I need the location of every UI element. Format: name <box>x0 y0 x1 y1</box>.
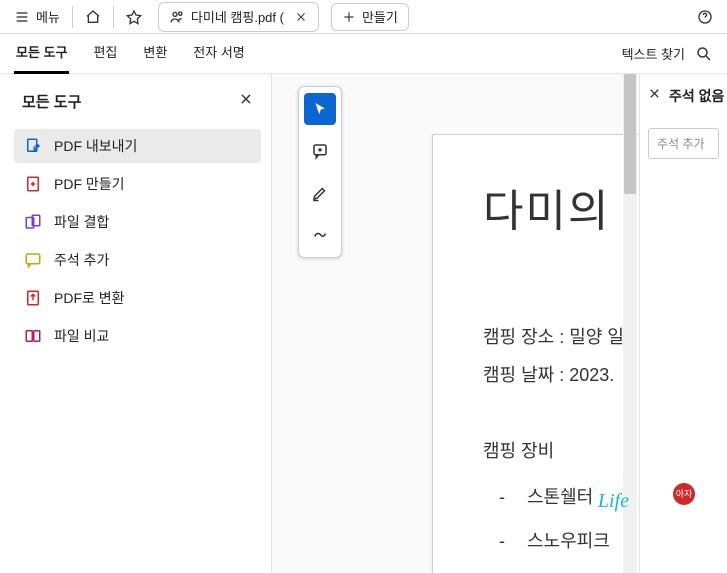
combine-icon <box>24 213 42 231</box>
tool-item-label: PDF로 변환 <box>54 288 125 308</box>
freeform-icon <box>311 226 329 244</box>
tool-item[interactable]: PDF 내보내기 <box>14 129 261 163</box>
tool-item-label: 파일 결합 <box>54 212 109 232</box>
star-button[interactable] <box>118 3 150 31</box>
sticky-note-icon <box>311 142 329 160</box>
home-icon <box>85 9 101 25</box>
search-text-label[interactable]: 텍스트 찾기 <box>622 44 685 63</box>
tool-item[interactable]: 주석 추가 <box>14 243 261 277</box>
tab-filename: 다미네 캠핑.pdf ( <box>191 7 284 26</box>
hamburger-menu-button[interactable]: 메뉴 <box>6 3 68 31</box>
pointer-icon <box>312 101 328 117</box>
highlighter-tool-button[interactable] <box>304 177 336 209</box>
add-comment-input[interactable]: 주석 추가 <box>648 128 719 159</box>
tool-item-label: 주석 추가 <box>54 250 109 270</box>
home-button[interactable] <box>77 3 109 31</box>
menu-items: 모든 도구 편집 변환 전자 서명 <box>14 34 247 74</box>
main-area: 모든 도구 PDF 내보내기PDF 만들기파일 결합주석 추가PDF로 변환파일… <box>0 74 727 573</box>
tool-item[interactable]: PDF로 변환 <box>14 281 261 315</box>
tool-item-label: PDF 내보내기 <box>54 136 137 156</box>
menu-label: 메뉴 <box>36 7 60 26</box>
tool-list: PDF 내보내기 PDF 만들기파일 결합주석 추가 PDF로 변환파일 비교 <box>14 129 261 353</box>
close-icon <box>239 92 253 106</box>
freeform-tool-button[interactable] <box>304 219 336 251</box>
menu-item[interactable]: 편집 <box>91 34 119 74</box>
scrollbar-thumb[interactable] <box>624 74 636 194</box>
pointer-tool-button[interactable] <box>304 93 336 125</box>
sticky-note-tool-button[interactable] <box>304 135 336 167</box>
plus-icon <box>342 10 356 24</box>
comment-icon <box>24 251 42 269</box>
menu-item[interactable]: 전자 서명 <box>191 34 246 74</box>
create-button[interactable]: 만들기 <box>331 3 409 31</box>
stamp-icon: 아자 <box>673 483 695 505</box>
menu-item[interactable]: 모든 도구 <box>14 34 69 74</box>
close-icon <box>295 11 307 23</box>
tool-item[interactable]: PDF 만들기 <box>14 167 261 201</box>
close-icon <box>648 87 661 100</box>
create-icon <box>24 175 42 193</box>
help-button[interactable] <box>689 3 721 31</box>
comments-panel-title: 주석 없음 <box>669 86 724 106</box>
menu-item[interactable]: 변환 <box>141 34 169 74</box>
people-icon <box>169 9 185 25</box>
tab-close-button[interactable] <box>294 10 308 24</box>
comments-panel-close-button[interactable] <box>648 87 661 105</box>
star-icon <box>126 9 142 25</box>
tool-item[interactable]: 파일 비교 <box>14 319 261 353</box>
create-label: 만들기 <box>362 7 398 26</box>
file-tab[interactable]: 다미네 캠핑.pdf ( <box>158 2 319 32</box>
menu-bar: 모든 도구 편집 변환 전자 서명 텍스트 찾기 <box>0 34 727 74</box>
tools-panel-title: 모든 도구 <box>22 91 81 112</box>
hamburger-icon <box>14 9 30 25</box>
tools-panel-close-button[interactable] <box>235 88 257 115</box>
floating-toolbar <box>298 86 342 258</box>
tools-panel: 모든 도구 PDF 내보내기 PDF 만들기파일 결합주석 추가 PDF로 변환파일… <box>0 74 272 573</box>
highlighter-icon <box>311 184 329 202</box>
document-area: 다미의 캠핑 장소 : 밀양 일 캠핑 날짜 : 2023. 캠핑 장비 스톤쉘… <box>272 74 727 573</box>
divider <box>72 6 73 28</box>
tool-item-label: PDF 만들기 <box>54 174 125 194</box>
compare-icon <box>24 327 42 345</box>
help-icon <box>697 9 713 25</box>
convert-icon <box>24 289 42 307</box>
divider <box>113 6 114 28</box>
tool-item-label: 파일 비교 <box>54 326 109 346</box>
search-icon[interactable] <box>695 45 713 63</box>
tool-item[interactable]: 파일 결합 <box>14 205 261 239</box>
title-bar: 메뉴 다미네 캠핑.pdf ( 만들기 <box>0 0 727 34</box>
export-icon <box>24 137 42 155</box>
watermark-text: Life <box>598 490 629 513</box>
